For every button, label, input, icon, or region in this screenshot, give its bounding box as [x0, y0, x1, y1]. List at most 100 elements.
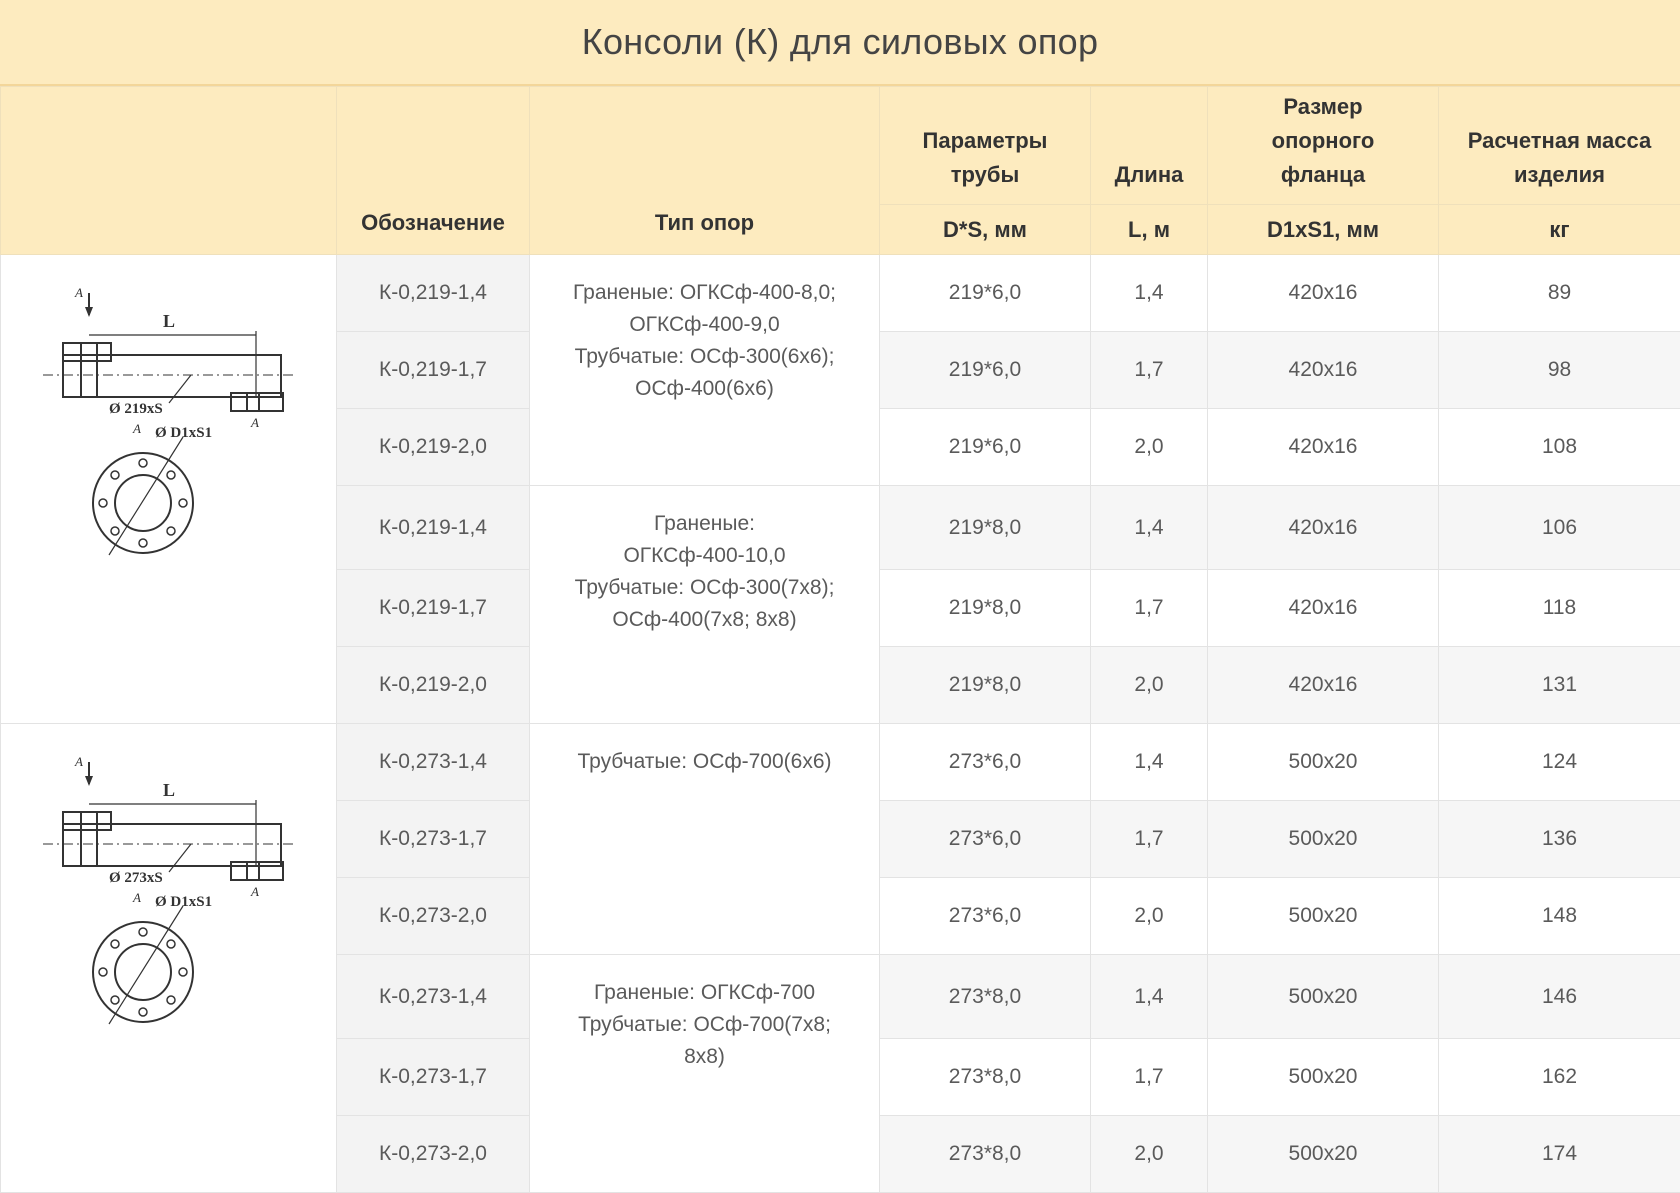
table-body: A L Ø 219xS A A Ø D1xS1 К-0,219-1,4Гране…: [1, 255, 1680, 1193]
pipe-diameter-label: Ø 219xS: [109, 401, 163, 417]
cell-designation: К-0,273-2,0: [337, 1116, 530, 1193]
section-label-top: A: [74, 285, 83, 300]
cell-support-type: Трубчатые: ОСф-700(6х6): [530, 724, 880, 955]
length-label: L: [163, 780, 175, 800]
cell-length: 1,4: [1091, 255, 1208, 332]
cell-length: 1,7: [1091, 570, 1208, 647]
cell-designation: К-0,273-1,7: [337, 801, 530, 878]
header-image: [1, 87, 337, 255]
cell-mass: 162: [1439, 1039, 1680, 1116]
cell-flange: 420х16: [1208, 486, 1439, 570]
header-mass: Расчетная массаизделия: [1439, 87, 1680, 205]
section-label-flange: A: [132, 421, 141, 436]
header-pipe-params: Параметрытрубы: [880, 87, 1091, 205]
cell-length: 2,0: [1091, 878, 1208, 955]
cell-flange: 420х16: [1208, 255, 1439, 332]
cell-flange: 500х20: [1208, 801, 1439, 878]
cell-length: 1,7: [1091, 332, 1208, 409]
cell-mass: 146: [1439, 955, 1680, 1039]
page: Консоли (К) для силовых опор Обозначение…: [0, 0, 1680, 1185]
pipe-diameter-label: Ø 273xS: [109, 870, 163, 886]
support-type-line: Граненые: ОГКСф-700: [536, 977, 873, 1009]
cell-length: 2,0: [1091, 409, 1208, 486]
cell-designation: К-0,219-2,0: [337, 647, 530, 724]
cell-pipe: 219*8,0: [880, 486, 1091, 570]
cell-flange: 420х16: [1208, 647, 1439, 724]
cell-mass: 136: [1439, 801, 1680, 878]
cell-pipe: 219*8,0: [880, 647, 1091, 724]
cell-mass: 108: [1439, 409, 1680, 486]
cell-designation: К-0,219-1,7: [337, 570, 530, 647]
support-type-line: Трубчатые: ОСф-300(6х6);: [536, 341, 873, 373]
header-unit-pipe: D*S, мм: [880, 205, 1091, 255]
table-row: A L Ø 273xS A A Ø D1xS1 К-0,273-1,4Трубч…: [1, 724, 1680, 801]
cell-length: 1,4: [1091, 955, 1208, 1039]
cell-designation: К-0,219-1,4: [337, 486, 530, 570]
cell-designation: К-0,219-1,7: [337, 332, 530, 409]
cell-length: 1,7: [1091, 1039, 1208, 1116]
cell-flange: 500х20: [1208, 724, 1439, 801]
support-type-line: ОГКСф-400-10,0: [536, 540, 873, 572]
table-title: Консоли (К) для силовых опор: [0, 0, 1680, 86]
cell-pipe: 219*6,0: [880, 255, 1091, 332]
cell-designation: К-0,273-1,7: [337, 1039, 530, 1116]
cell-flange: 420х16: [1208, 570, 1439, 647]
cell-support-type: Граненые: ОГКСф-700Трубчатые: ОСф-700(7х…: [530, 955, 880, 1193]
section-label-flange: A: [132, 890, 141, 905]
length-label: L: [163, 311, 175, 331]
header-unit-mass: кг: [1439, 205, 1680, 255]
cell-designation: К-0,273-2,0: [337, 878, 530, 955]
cell-mass: 131: [1439, 647, 1680, 724]
cell-flange: 500х20: [1208, 878, 1439, 955]
section-label-right: A: [250, 884, 259, 899]
flange-diameter-label: Ø D1xS1: [155, 894, 212, 910]
header-unit-flange: D1xS1, мм: [1208, 205, 1439, 255]
cell-length: 1,7: [1091, 801, 1208, 878]
cell-length: 2,0: [1091, 1116, 1208, 1193]
cell-pipe: 273*6,0: [880, 801, 1091, 878]
support-type-line: ОСф-400(6х6): [536, 373, 873, 405]
cell-mass: 118: [1439, 570, 1680, 647]
header-designation: Обозначение: [337, 87, 530, 255]
cell-designation: К-0,273-1,4: [337, 724, 530, 801]
support-type-line: ОСф-400(7х8; 8х8): [536, 604, 873, 636]
support-type-line: Трубчатые: ОСф-700(6х6): [536, 746, 873, 778]
cell-mass: 148: [1439, 878, 1680, 955]
cell-pipe: 219*6,0: [880, 332, 1091, 409]
header-length: Длина: [1091, 87, 1208, 205]
header-unit-length: L, м: [1091, 205, 1208, 255]
drawing-cell: A L Ø 219xS A A Ø D1xS1: [1, 255, 337, 724]
header-flange-size: Размеропорногофланца: [1208, 87, 1439, 205]
support-type-line: 8х8): [536, 1041, 873, 1073]
cell-length: 2,0: [1091, 647, 1208, 724]
cell-support-type: Граненые: ОГКСф-400-8,0;ОГКСф-400-9,0Тру…: [530, 255, 880, 486]
support-type-line: Трубчатые: ОСф-700(7х8;: [536, 1009, 873, 1041]
cell-pipe: 273*6,0: [880, 878, 1091, 955]
drawing-cell: A L Ø 273xS A A Ø D1xS1: [1, 724, 337, 1193]
cell-pipe: 219*6,0: [880, 409, 1091, 486]
cell-mass: 89: [1439, 255, 1680, 332]
cell-designation: К-0,219-1,4: [337, 255, 530, 332]
support-type-line: ОГКСф-400-9,0: [536, 309, 873, 341]
cell-mass: 106: [1439, 486, 1680, 570]
section-label-right: A: [250, 415, 259, 430]
support-type-line: Трубчатые: ОСф-300(7х8);: [536, 572, 873, 604]
cell-flange: 500х20: [1208, 1116, 1439, 1193]
consoles-table: Обозначение Тип опор Параметрытрубы Длин…: [0, 86, 1680, 1193]
cell-length: 1,4: [1091, 724, 1208, 801]
cell-pipe: 273*6,0: [880, 724, 1091, 801]
cell-flange: 420х16: [1208, 409, 1439, 486]
cell-mass: 98: [1439, 332, 1680, 409]
cell-flange: 500х20: [1208, 1039, 1439, 1116]
cell-designation: К-0,273-1,4: [337, 955, 530, 1039]
cell-pipe: 219*8,0: [880, 570, 1091, 647]
cell-designation: К-0,219-2,0: [337, 409, 530, 486]
cell-mass: 124: [1439, 724, 1680, 801]
cell-flange: 420х16: [1208, 332, 1439, 409]
table-row: A L Ø 219xS A A Ø D1xS1 К-0,219-1,4Гране…: [1, 255, 1680, 332]
cell-flange: 500х20: [1208, 955, 1439, 1039]
cell-mass: 174: [1439, 1116, 1680, 1193]
cell-length: 1,4: [1091, 486, 1208, 570]
section-label-top: A: [74, 754, 83, 769]
cell-pipe: 273*8,0: [880, 1116, 1091, 1193]
